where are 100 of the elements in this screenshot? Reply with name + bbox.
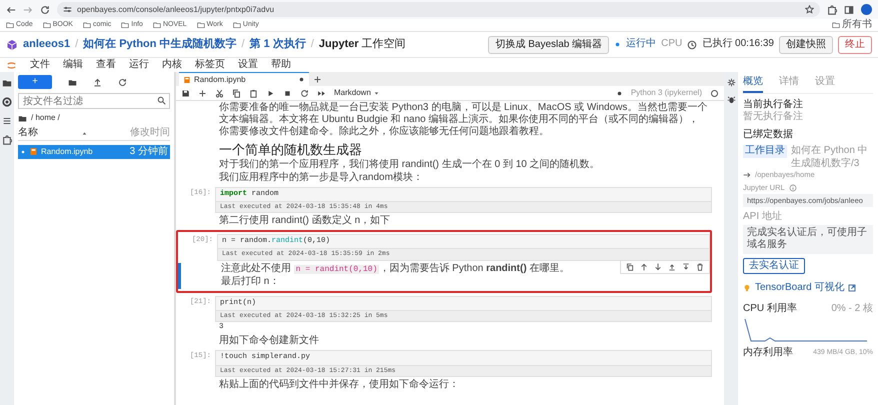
folder-icon bbox=[152, 21, 161, 29]
menu-item[interactable]: 查看 bbox=[96, 58, 116, 72]
notebook-cell[interactable]: 一个简单的随机数生成器 对于我们的第一个应用程序，我们将使用 randint() 生成一个在 0 到 10 之间的随机数。 我们应用程序中的第一步是导入random模块： bbox=[176, 141, 712, 185]
debugger-icon[interactable] bbox=[726, 95, 736, 104]
external-link-icon[interactable] bbox=[848, 284, 856, 292]
status-text: 运行中 bbox=[626, 38, 656, 51]
paragraph: 第二行使用 randint() 函数定义 n，如下 bbox=[218, 215, 392, 228]
paragraph: 粘贴上面的代码到文件中并保存，使用如下命令运行： bbox=[218, 378, 460, 391]
filter-field[interactable]: 按文件名过滤 bbox=[18, 93, 170, 109]
refresh-icon[interactable] bbox=[118, 78, 127, 86]
status-dot-icon bbox=[614, 41, 622, 48]
address-bar[interactable]: openbayes.com/console/anleeos1/jupyter/pntxp0i7advu bbox=[57, 2, 820, 17]
folder-icon bbox=[196, 21, 205, 29]
property-inspector-icon[interactable] bbox=[726, 78, 736, 87]
paragraph: 用如下命令创建新文件 bbox=[218, 335, 320, 348]
notebook-cell[interactable]: 注意此处不使用 n = randint(0,10) ，因为需要告诉 Python randint() 在哪里。 最后打印 n： bbox=[178, 262, 710, 289]
column-header[interactable]: 名称 bbox=[18, 127, 38, 140]
running-sessions-icon[interactable] bbox=[2, 97, 12, 107]
paste-icon[interactable] bbox=[249, 88, 258, 98]
bookmark-star-icon[interactable] bbox=[805, 5, 814, 14]
breadcrumb-link[interactable]: 如何在 Python 中生成随机数字 bbox=[83, 38, 237, 52]
add-cell-icon[interactable] bbox=[198, 88, 207, 98]
clock-icon bbox=[687, 40, 698, 50]
panel-tab[interactable]: 概览 bbox=[743, 74, 763, 92]
save-icon[interactable] bbox=[181, 88, 190, 98]
menu-item[interactable]: 标签页 bbox=[195, 58, 225, 72]
switch-editor-button[interactable]: 切换成 Bayeslab 编辑器 bbox=[488, 36, 610, 54]
copy-icon[interactable] bbox=[232, 88, 241, 98]
back-icon[interactable] bbox=[6, 4, 16, 14]
file-row[interactable]: Random.ipynb 3 分钟前 bbox=[18, 144, 170, 159]
insert-above-icon[interactable] bbox=[668, 262, 676, 271]
run-icon[interactable] bbox=[266, 88, 275, 98]
directory-tag: 工作目录 bbox=[743, 145, 787, 158]
breadcrumb-separator: / bbox=[310, 38, 314, 52]
api-note-field: 完成实名认证后，可使用子域名服务 bbox=[743, 224, 873, 254]
menu-item[interactable]: 帮助 bbox=[271, 58, 291, 72]
insert-below-icon[interactable] bbox=[682, 262, 690, 271]
sort-caret-icon[interactable] bbox=[80, 130, 88, 137]
paragraph: 对于我们的第一个应用程序，我们将使用 randint() 生成一个在 0 到 10 之间的随机数。 bbox=[218, 158, 601, 171]
section-title: 当前执行备注 bbox=[743, 98, 804, 110]
modified-time: 3 分钟前 bbox=[130, 146, 168, 158]
upload-icon[interactable] bbox=[93, 78, 102, 86]
restart-icon[interactable] bbox=[300, 88, 309, 98]
menu-item[interactable]: 文件 bbox=[30, 58, 50, 72]
cut-icon[interactable] bbox=[215, 88, 224, 98]
notebook-file-icon bbox=[183, 76, 191, 84]
kernel-status-icon bbox=[616, 90, 623, 96]
folder-icon[interactable] bbox=[2, 78, 12, 88]
breadcrumb-separator: / bbox=[242, 38, 245, 52]
extensions-icon[interactable] bbox=[827, 4, 837, 14]
notebook-tab[interactable]: Random.ipynb bbox=[179, 72, 309, 86]
menu-item[interactable]: 内核 bbox=[162, 58, 182, 72]
folder-icon bbox=[42, 21, 51, 29]
move-down-icon[interactable] bbox=[654, 262, 662, 271]
verify-identity-button[interactable]: 去实名认证 bbox=[743, 258, 805, 274]
arrow-icon bbox=[743, 170, 751, 179]
duplicate-icon[interactable] bbox=[626, 262, 634, 271]
page-title: Jupyter 工作空间 bbox=[318, 38, 406, 52]
create-snapshot-button[interactable]: 创建快照 bbox=[779, 36, 833, 54]
new-folder-icon[interactable] bbox=[68, 78, 77, 86]
cell-type-dropdown[interactable]: Markdown bbox=[334, 88, 380, 98]
menu-item[interactable]: 编辑 bbox=[63, 58, 83, 72]
stop-icon[interactable] bbox=[283, 88, 292, 98]
bulb-icon bbox=[743, 284, 751, 292]
elapsed-time: 已执行 00:16:39 bbox=[702, 38, 774, 51]
tensorboard-link[interactable]: TensorBoard 可视化 bbox=[755, 282, 844, 295]
path-text: / home / bbox=[31, 113, 60, 123]
add-tab-icon[interactable] bbox=[313, 74, 322, 84]
move-up-icon[interactable] bbox=[640, 262, 648, 271]
new-launcher-button[interactable]: + bbox=[18, 75, 52, 89]
extensions-icon[interactable] bbox=[2, 135, 12, 145]
metric-label: CPU 利用率 bbox=[743, 302, 797, 316]
search-icon bbox=[157, 96, 166, 105]
folder-icon bbox=[232, 21, 241, 29]
bookmark[interactable]: 所有书 bbox=[832, 18, 872, 32]
avatar-icon[interactable] bbox=[861, 4, 872, 15]
delete-icon[interactable] bbox=[696, 262, 704, 271]
site-settings-icon[interactable] bbox=[63, 5, 72, 14]
section-title: 已绑定数据 bbox=[743, 128, 794, 141]
breadcrumb-link[interactable]: anleeos1 bbox=[23, 38, 70, 52]
logo-icon bbox=[6, 38, 18, 50]
metric-label: 内存利用率 bbox=[743, 347, 793, 360]
notebook-cell[interactable]: 第二行使用 randint() 函数定义 n，如下 bbox=[176, 215, 712, 228]
side-panel-icon[interactable] bbox=[844, 4, 854, 14]
url-text: openbayes.com/console/anleeos1/jupyter/pntxp0i7advu bbox=[77, 4, 274, 14]
folder-icon bbox=[832, 21, 840, 29]
reload-icon[interactable] bbox=[40, 4, 50, 14]
folder-icon bbox=[18, 114, 27, 122]
run-all-icon[interactable] bbox=[317, 88, 326, 98]
notebook-cell[interactable]: 粘贴上面的代码到文件中并保存，使用如下命令运行： bbox=[176, 378, 712, 392]
breadcrumb-link[interactable]: 第 1 次执行 bbox=[250, 38, 306, 52]
list-icon[interactable] bbox=[2, 116, 12, 126]
cpu-label: CPU bbox=[661, 38, 682, 51]
paragraph: 最后打印 n： bbox=[220, 276, 280, 288]
stop-button[interactable]: 终止 bbox=[838, 36, 872, 54]
menu-item[interactable]: 设置 bbox=[238, 58, 258, 72]
folder-icon bbox=[82, 21, 91, 29]
menu-item[interactable]: 运行 bbox=[129, 58, 149, 72]
file-name: Random.ipynb bbox=[41, 146, 94, 157]
notebook-cell[interactable]: 用如下命令创建新文件 bbox=[176, 335, 712, 348]
